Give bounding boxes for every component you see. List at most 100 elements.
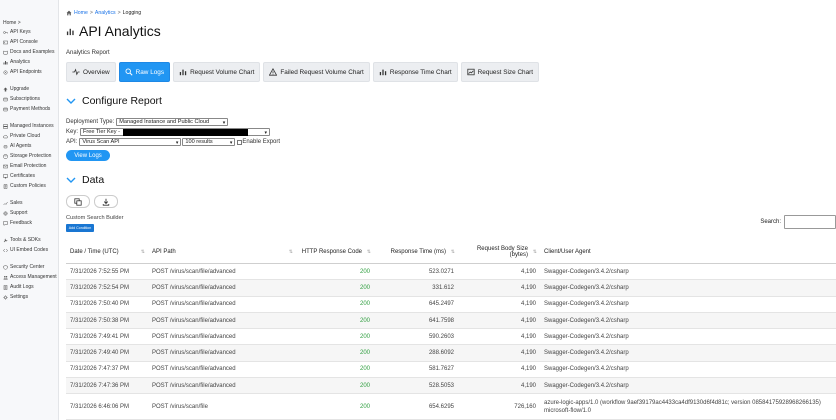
sidebar-item-certificates[interactable]: Certificates — [0, 171, 58, 181]
key-select[interactable]: Free Tier Key - ▾ — [80, 128, 271, 136]
sidebar-item-private-cloud[interactable]: Private Cloud — [0, 131, 58, 141]
api-select[interactable]: Virus Scan API ▾ — [79, 138, 182, 146]
column-header-label: HTTP Response Code — [301, 248, 362, 255]
breadcrumb-analytics[interactable]: Analytics — [95, 10, 116, 16]
sidebar-home[interactable]: Home > — [0, 18, 58, 27]
table-row[interactable]: 7/31/2026 7:50:38 PM POST /virus/scan/fil… — [66, 312, 836, 330]
sidebar-item-analytics[interactable]: Analytics — [0, 57, 58, 67]
table-cell: 7/31/2026 6:46:06 PM — [70, 403, 130, 410]
add-condition-button[interactable]: Add Condition — [66, 224, 94, 232]
table-cell: Swagger-Codegen/3.4.2/csharp — [544, 301, 629, 308]
sales-icon — [3, 201, 8, 206]
sidebar-item-upgrade[interactable]: Upgrade — [0, 84, 58, 94]
key-icon — [3, 30, 8, 35]
code-icon — [3, 248, 8, 252]
view-logs-button[interactable]: View Logs — [66, 150, 110, 161]
tab-failed-request-volume-chart[interactable]: Failed Request Volume Chart — [263, 62, 370, 82]
feedback-icon — [3, 220, 8, 226]
tab-request-size-chart[interactable]: Request Size Chart — [460, 62, 540, 82]
table-cell: 200 — [359, 333, 370, 340]
sidebar-item-label: Settings — [10, 294, 29, 300]
tab-raw-logs[interactable]: Raw Logs — [118, 62, 171, 82]
log-icon — [3, 284, 8, 290]
sidebar-item-tools-sdks[interactable]: Tools & SDKs — [0, 235, 58, 245]
chevron-down-icon[interactable] — [66, 175, 76, 185]
column-header[interactable]: Client/User Agent — [540, 240, 836, 263]
table-body: 7/31/2026 7:52:55 PM POST /virus/scan/fil… — [66, 264, 836, 420]
sidebar-item-label: Email Protection — [10, 163, 47, 169]
sidebar-item-access-management[interactable]: Access Management — [0, 272, 58, 282]
table-cell: Swagger-Codegen/3.4.2/csharp — [544, 317, 629, 324]
sidebar-item-security-center[interactable]: Security Center — [0, 262, 58, 272]
table-cell: 641.7598 — [428, 317, 454, 324]
sidebar-item-audit-logs[interactable]: Audit Logs — [0, 282, 58, 292]
image-chart-icon — [467, 68, 475, 76]
configure-report-header[interactable]: Configure Report — [66, 95, 162, 107]
sidebar-item-custom-policies[interactable]: Custom Policies — [0, 181, 58, 191]
sidebar-item-email-protection[interactable]: Email Protection — [0, 161, 58, 171]
sidebar-item-storage-protection[interactable]: Storage Protection — [0, 151, 58, 161]
subscription-icon — [3, 97, 8, 101]
storage-icon — [3, 153, 8, 159]
sidebar-item-label: Managed Instances — [10, 123, 54, 129]
download-button[interactable] — [94, 195, 118, 208]
table-row[interactable]: 7/31/2026 7:49:40 PM POST /virus/scan/fil… — [66, 345, 836, 362]
api-label: API: — [66, 139, 78, 145]
chevron-down-icon[interactable] — [66, 96, 76, 106]
column-header[interactable]: HTTP Response Code ⇅ — [296, 240, 374, 263]
table-row[interactable]: 7/31/2026 7:49:41 PM POST /virus/scan/fil… — [66, 329, 836, 346]
server-icon — [3, 123, 8, 129]
column-header-label: Request Body Size (bytes) — [476, 245, 528, 258]
table-cell: 4,190 — [520, 301, 536, 308]
sidebar-item-feedback[interactable]: Feedback — [0, 218, 58, 228]
breadcrumb-home[interactable]: Home — [74, 10, 88, 16]
sidebar-item-docs-and-examples[interactable]: Docs and Examples — [0, 47, 58, 57]
sidebar-item-sales[interactable]: Sales — [0, 198, 58, 208]
home-icon — [66, 10, 72, 16]
table-row[interactable]: 7/31/2026 6:46:06 PM POST /virus/scan/fil… — [66, 394, 836, 420]
sidebar-item-label: Subscriptions — [10, 96, 41, 102]
search-input[interactable] — [784, 215, 836, 229]
table-cell: POST /virus/scan/file/advanced — [152, 317, 236, 324]
copy-button[interactable] — [66, 195, 90, 208]
search-icon — [125, 68, 133, 76]
tab-overview[interactable]: Overview — [66, 62, 116, 82]
table-row[interactable]: 7/31/2026 7:47:36 PM POST /virus/scan/fil… — [66, 378, 836, 395]
tab-label: Response Time Chart — [389, 68, 452, 76]
copy-icon — [74, 197, 82, 206]
table-cell: 7/31/2026 7:52:55 PM — [70, 268, 130, 275]
sidebar-item-ai-agents[interactable]: AI Agents — [0, 141, 58, 151]
sidebar-item-ui-embed-codes[interactable]: UI Embed Codes — [0, 245, 58, 255]
deployment-label: Deployment Type: — [66, 119, 115, 125]
sidebar-item-api-endpoints[interactable]: API Endpoints — [0, 67, 58, 77]
table-row[interactable]: 7/31/2026 7:50:40 PM POST /virus/scan/fil… — [66, 297, 836, 313]
sidebar-item-managed-instances[interactable]: Managed Instances — [0, 121, 58, 131]
sidebar-item-support[interactable]: Support — [0, 208, 58, 218]
sidebar-item-label: Storage Protection — [10, 153, 52, 159]
deployment-select[interactable]: Managed Instance and Public Cloud ▾ — [116, 118, 229, 126]
custom-search-builder-label: Custom Search Builder — [66, 215, 124, 221]
table-cell: 581.7627 — [428, 366, 454, 373]
sidebar-item-settings[interactable]: Settings — [0, 292, 58, 302]
key-label: Key: — [66, 129, 79, 135]
sidebar-item-api-console[interactable]: API Console — [0, 37, 58, 47]
tab-request-volume-chart[interactable]: Request Volume Chart — [173, 62, 261, 82]
column-header[interactable]: Response Time (ms) ⇅ — [374, 240, 458, 263]
column-header[interactable]: API Path ⇅ — [148, 240, 296, 263]
column-header[interactable]: Request Body Size (bytes) ⇅ — [458, 240, 540, 263]
data-header[interactable]: Data — [66, 174, 104, 186]
tab-response-time-chart[interactable]: Response Time Chart — [372, 62, 458, 82]
sidebar-item-api-keys[interactable]: API Keys — [0, 27, 58, 37]
table-row[interactable]: 7/31/2026 7:52:55 PM POST /virus/scan/fil… — [66, 264, 836, 281]
bar-chart-icon — [179, 68, 187, 76]
column-header[interactable]: Date / Time (UTC) ⇅ — [66, 240, 148, 263]
tab-label: Request Size Chart — [477, 68, 534, 76]
results-select[interactable]: 100 results ▾ — [182, 138, 236, 146]
sidebar-item-payment-methods[interactable]: Payment Methods — [0, 104, 58, 114]
sidebar-item-subscriptions[interactable]: Subscriptions — [0, 94, 58, 104]
search-icon — [125, 68, 133, 76]
table-row[interactable]: 7/31/2026 7:47:37 PM POST /virus/scan/fil… — [66, 362, 836, 379]
table-cell: Swagger-Codegen/3.4.2/csharp — [544, 333, 629, 340]
table-row[interactable]: 7/31/2026 7:52:54 PM POST /virus/scan/fil… — [66, 280, 836, 297]
analytics-report-label: Analytics Report — [66, 50, 110, 56]
